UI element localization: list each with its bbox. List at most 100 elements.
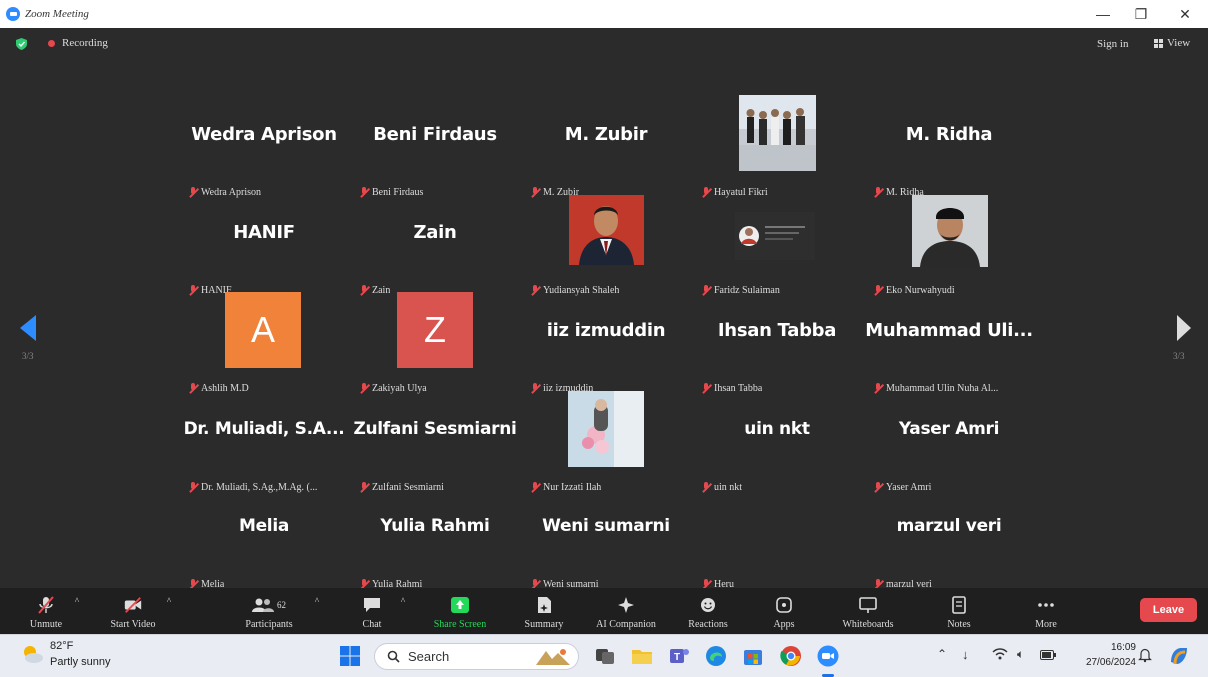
audio-options-caret[interactable]: ^: [70, 588, 84, 634]
participant-display-name: M. Ridha: [905, 124, 993, 145]
more-button[interactable]: More: [1024, 588, 1068, 634]
next-page-arrow-icon[interactable]: [1177, 315, 1191, 341]
zoom-app-icon[interactable]: [816, 644, 840, 668]
participant-tile[interactable]: Beni Firdaus Beni Firdaus: [349, 116, 521, 214]
summary-button[interactable]: Summary: [514, 588, 574, 634]
start-video-button[interactable]: Start Video: [100, 588, 166, 634]
security-shield-icon[interactable]: [16, 38, 27, 50]
participant-video-thumbnail: [569, 195, 644, 265]
participant-tile[interactable]: Yaser Amri Yaser Amri: [863, 411, 1035, 509]
partly-sunny-weather-icon[interactable]: [20, 642, 44, 666]
participant-video-thumbnail: [912, 195, 988, 267]
participant-display-name: marzul veri: [896, 516, 1002, 536]
participant-display-name: Ihsan Tabba: [717, 320, 837, 341]
participant-label-text: Zain: [372, 285, 391, 296]
participant-label: Beni Firdaus: [359, 187, 423, 198]
participant-tile[interactable]: uin nkt uin nkt: [691, 411, 863, 509]
participant-label: Muhammad Ulin Nuha Al...: [873, 383, 998, 394]
participant-label: Faridz Sulaiman: [701, 285, 780, 296]
view-label: View: [1167, 37, 1191, 49]
sign-in-link[interactable]: Sign in: [1097, 38, 1128, 50]
participant-tile[interactable]: A Ashlih M.D: [178, 292, 350, 410]
participant-label-text: Zakiyah Ulya: [372, 383, 427, 394]
search-icon: [387, 650, 400, 663]
windows-start-icon[interactable]: [338, 644, 362, 668]
usb-device-icon[interactable]: ↓: [962, 647, 969, 662]
muted-mic-icon: [530, 187, 540, 198]
participant-tile[interactable]: Yudiansyah Shaleh: [520, 195, 692, 312]
start-video-label: Start Video: [110, 619, 156, 630]
notes-button[interactable]: Notes: [934, 588, 984, 634]
participants-button[interactable]: 62 Participants: [234, 588, 304, 634]
muted-mic-icon: [701, 285, 711, 296]
chrome-browser-icon[interactable]: [779, 644, 803, 668]
restore-button[interactable]: ❐: [1126, 4, 1156, 24]
wifi-icon[interactable]: [992, 647, 1008, 661]
leave-button[interactable]: Leave: [1140, 598, 1197, 622]
apps-button[interactable]: Apps: [762, 588, 806, 634]
file-explorer-icon[interactable]: [630, 644, 654, 668]
taskbar-clock[interactable]: 16:09 27/06/2024: [1066, 640, 1136, 670]
participant-tile[interactable]: Eko Nurwahyudi: [863, 195, 1035, 312]
participant-label-text: Hayatul Fikri: [714, 187, 768, 198]
chat-button[interactable]: Chat: [352, 588, 392, 634]
page-indicator-right: 3/3: [1173, 351, 1185, 361]
participant-tile[interactable]: Zulfani Sesmiarni Zulfani Sesmiarni: [349, 411, 521, 509]
participant-tile[interactable]: Z Zakiyah Ulya: [349, 292, 521, 410]
edge-browser-icon[interactable]: [704, 644, 728, 668]
participant-display-name: iiz izmuddin: [546, 320, 666, 341]
participant-avatar: A: [225, 292, 301, 368]
participant-tile[interactable]: Muhammad Uli... Muhammad Ulin Nuha Al...: [863, 312, 1035, 410]
participant-label: Wedra Aprison: [188, 187, 261, 198]
reactions-button[interactable]: Reactions: [678, 588, 738, 634]
task-view-icon[interactable]: [593, 644, 617, 668]
whiteboards-button[interactable]: Whiteboards: [830, 588, 906, 634]
volume-icon[interactable]: 🔈︎: [1017, 647, 1024, 662]
notes-icon: [952, 596, 966, 614]
participant-tile[interactable]: Faridz Sulaiman: [691, 212, 863, 312]
participant-display-name: Beni Firdaus: [373, 124, 497, 145]
view-button[interactable]: View: [1154, 37, 1190, 49]
close-button[interactable]: ✕: [1170, 4, 1200, 24]
unmute-button[interactable]: Unmute: [20, 588, 72, 634]
recording-dot-icon: [48, 40, 55, 47]
participant-display-name: Yulia Rahmi: [380, 516, 490, 536]
battery-icon[interactable]: [1040, 650, 1056, 660]
participant-label-text: Muhammad Ulin Nuha Al...: [886, 383, 999, 394]
participant-label-text: Wedra Aprison: [201, 187, 262, 198]
participant-label-text: Ashlih M.D: [201, 383, 249, 394]
minimize-button[interactable]: —: [1088, 4, 1118, 24]
muted-mic-icon: [873, 383, 883, 394]
participant-label: Dr. Muliadi, S.Ag.,M.Ag. (...: [188, 482, 317, 493]
participant-label-text: uin nkt: [714, 482, 743, 493]
reactions-smiley-icon: [701, 598, 715, 612]
notification-bell-icon[interactable]: [1138, 647, 1152, 663]
whiteboard-icon: [859, 597, 877, 613]
participant-tile[interactable]: Wedra Aprison Wedra Aprison: [178, 116, 350, 214]
ai-companion-button[interactable]: AI Companion: [586, 588, 666, 634]
participant-tile[interactable]: Nur Izzati Ilah: [520, 391, 692, 509]
weather-temperature[interactable]: 82°F: [50, 640, 73, 652]
muted-mic-icon: [188, 187, 198, 198]
participant-tile[interactable]: Dr. Muliadi, S.A... Dr. Muliadi, S.Ag.,M…: [178, 411, 350, 509]
recording-label[interactable]: Recording: [62, 37, 108, 49]
unmute-label: Unmute: [29, 619, 63, 630]
microsoft-store-icon[interactable]: [741, 644, 765, 668]
clock-time: 16:09: [1110, 642, 1136, 653]
muted-mic-icon: [359, 482, 369, 493]
video-options-caret[interactable]: ^: [162, 588, 176, 634]
weather-description[interactable]: Partly sunny: [50, 656, 111, 668]
copilot-icon[interactable]: [1167, 644, 1191, 668]
teams-icon[interactable]: T: [667, 644, 691, 668]
share-screen-button[interactable]: Share Screen: [422, 588, 498, 634]
taskbar-search-box[interactable]: Search: [374, 643, 579, 670]
previous-page-arrow-icon[interactable]: [20, 315, 36, 341]
participant-display-name: HANIF: [233, 222, 295, 243]
participant-tile[interactable]: Ihsan Tabba Ihsan Tabba: [691, 312, 863, 410]
participant-label: Hayatul Fikri: [701, 187, 768, 198]
participants-label: Participants: [245, 619, 293, 630]
participants-options-caret[interactable]: ^: [310, 588, 324, 634]
show-hidden-icons-caret-icon[interactable]: ⌃: [937, 647, 947, 661]
participant-tile[interactable]: Hayatul Fikri: [691, 95, 863, 214]
chat-options-caret[interactable]: ^: [396, 588, 410, 634]
